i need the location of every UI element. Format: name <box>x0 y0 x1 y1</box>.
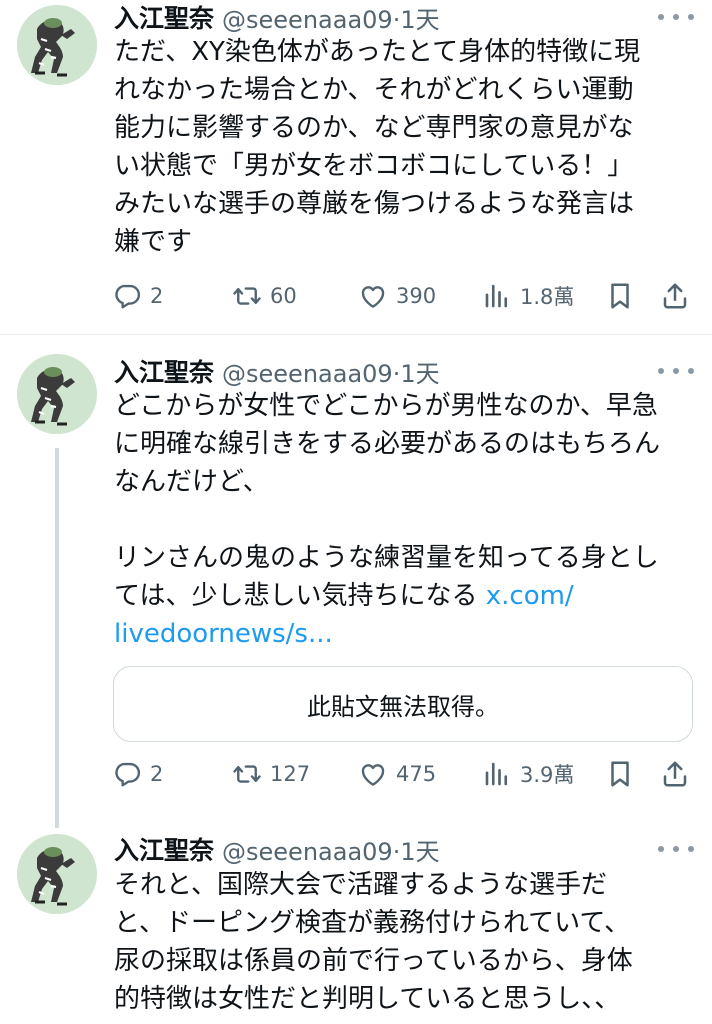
views-button[interactable]: 1.8萬 <box>482 276 574 316</box>
bookmark-button[interactable] <box>605 754 635 794</box>
reply-count: 2 <box>150 762 164 786</box>
retweet-button[interactable]: 127 <box>232 754 310 794</box>
author-name[interactable]: 入江聖奈 <box>114 0 214 35</box>
retweet-count: 127 <box>270 762 311 786</box>
retweet-icon <box>232 281 262 311</box>
avatar[interactable] <box>17 354 97 434</box>
tweet-header: 入江聖奈 @seeenaaa09·1天 <box>114 0 440 34</box>
bookmark-icon <box>605 759 635 789</box>
like-count: 390 <box>396 284 437 308</box>
tweet-text: どこからが女性でどこからが男性なのか、早急 に明確な線引きをする必要があるのはも… <box>114 387 694 653</box>
tweet-text: ただ、XY染色体があったとて身体的特徴に現 れなかった場合とか、それがどれくらい… <box>114 37 641 257</box>
author-name[interactable]: 入江聖奈 <box>114 831 214 867</box>
tweet-header: 入江聖奈 @seeenaaa09·1天 <box>114 354 440 388</box>
like-button[interactable]: 475 <box>358 754 436 794</box>
handle-time[interactable]: @seeenaaa09·1天 <box>222 354 440 389</box>
views-count: 3.9萬 <box>520 763 575 787</box>
author-name[interactable]: 入江聖奈 <box>114 353 214 389</box>
more-icon[interactable] <box>658 839 694 859</box>
retweet-icon <box>232 759 262 789</box>
bookmark-icon <box>605 281 635 311</box>
reply-button[interactable]: 2 <box>112 754 163 794</box>
heart-icon <box>358 759 388 789</box>
views-icon <box>482 281 512 311</box>
like-count: 475 <box>396 762 437 786</box>
like-button[interactable]: 390 <box>358 276 436 316</box>
share-button[interactable] <box>660 754 690 794</box>
tweet-actions: 2 60 390 1.8萬 <box>112 276 694 316</box>
heart-icon <box>358 281 388 311</box>
share-icon <box>660 281 690 311</box>
quote-unavailable[interactable]: 此貼文無法取得。 <box>113 666 693 742</box>
handle-time[interactable]: @seeenaaa09·1天 <box>222 832 440 867</box>
tweet-header: 入江聖奈 @seeenaaa09·1天 <box>114 832 440 866</box>
views-button[interactable]: 3.9萬 <box>482 754 574 794</box>
tweet-actions: 2 127 475 3.9萬 <box>112 754 694 794</box>
retweet-button[interactable]: 60 <box>232 276 297 316</box>
share-icon <box>660 759 690 789</box>
reply-button[interactable]: 2 <box>112 276 163 316</box>
handle-time[interactable]: @seeenaaa09·1天 <box>222 0 440 35</box>
more-icon[interactable] <box>658 7 694 27</box>
divider <box>0 334 712 335</box>
share-button[interactable] <box>660 276 690 316</box>
reply-icon <box>112 759 142 789</box>
views-count: 1.8萬 <box>520 285 575 309</box>
views-icon <box>482 759 512 789</box>
thread-line <box>55 448 59 828</box>
avatar[interactable] <box>17 5 97 85</box>
more-icon[interactable] <box>658 361 694 381</box>
tweet-body: どこからが女性でどこからが男性なのか、早急 に明確な線引きをする必要があるのはも… <box>114 391 661 611</box>
tweet-text: それと、国際大会で活躍するような選手だ と、ドーピング検査が義務付けられていて、… <box>114 870 633 1014</box>
avatar[interactable] <box>17 834 97 914</box>
reply-count: 2 <box>150 284 164 308</box>
reply-icon <box>112 281 142 311</box>
retweet-count: 60 <box>270 284 297 308</box>
bookmark-button[interactable] <box>605 276 635 316</box>
